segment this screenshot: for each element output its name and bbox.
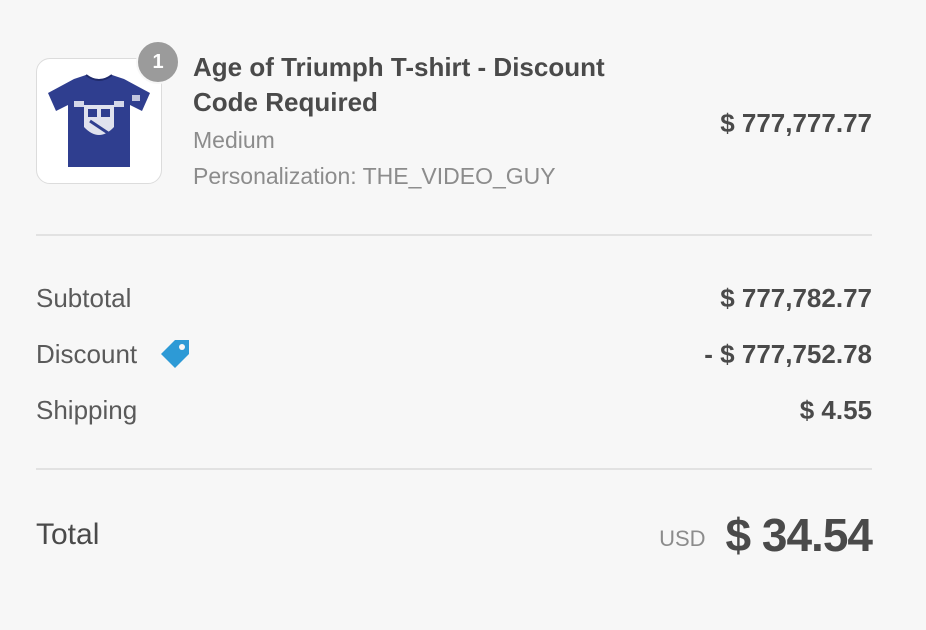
total-value: $ 34.54: [725, 509, 873, 561]
subtotal-row: Subtotal $ 777,782.77: [36, 278, 872, 318]
product-title: Age of Triumph T-shirt - Discount Code R…: [193, 52, 605, 117]
product-price: $ 777,777.77: [720, 108, 872, 138]
product-thumbnail-wrapper: 1: [36, 40, 180, 184]
total-label: Total: [36, 518, 100, 551]
order-summary: 1 Age of Triumph T-shirt - Discount Code…: [36, 0, 873, 561]
subtotal-value: $ 777,782.77: [720, 282, 872, 313]
total-row: Total USD $ 34.54: [36, 505, 873, 565]
quantity-badge: 1: [136, 40, 180, 84]
currency-code: USD: [659, 526, 706, 551]
shipping-row: Shipping $ 4.55: [36, 390, 872, 430]
cost-lines: Subtotal $ 777,782.77 Discount - $ 777,7…: [36, 236, 872, 470]
discount-label-group: Discount: [36, 336, 193, 372]
product-personalization: Personalization: THE_VIDEO_GUY: [193, 163, 556, 189]
subtotal-label: Subtotal: [36, 282, 132, 313]
t-shirt-image: [48, 74, 150, 167]
product-variant: Medium: [193, 127, 275, 153]
discount-label: Discount: [36, 338, 138, 369]
discount-value: - $ 777,752.78: [704, 338, 872, 369]
total-amount-group: USD $ 34.54: [659, 508, 873, 562]
discount-row: Discount - $ 777,752.78: [36, 334, 872, 374]
shipping-value: $ 4.55: [799, 394, 872, 425]
product-line-item: 1 Age of Triumph T-shirt - Discount Code…: [36, 0, 872, 236]
product-info: Age of Triumph T-shirt - Discount Code R…: [193, 50, 643, 194]
shipping-label: Shipping: [36, 394, 138, 425]
tag-icon: [161, 340, 190, 368]
